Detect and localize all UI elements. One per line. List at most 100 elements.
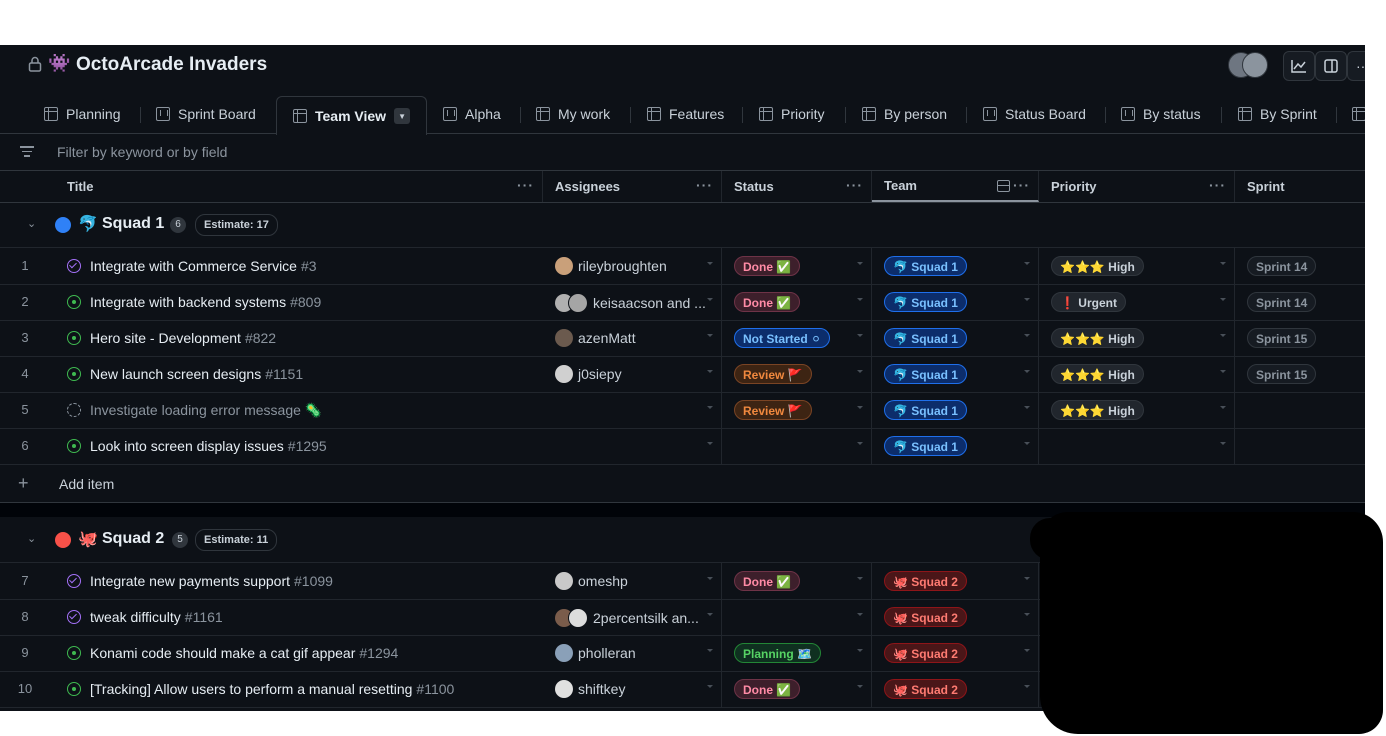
status-cell[interactable]: Done ✅ [722,671,872,707]
tab-status-board[interactable]: Status Board [983,95,1086,133]
item-title-text[interactable]: New launch screen designs [90,366,261,382]
column-menu-icon[interactable]: ··· [846,177,863,193]
status-cell[interactable]: Done ✅ [722,563,872,599]
team-cell[interactable]: 🐙 Squad 2 [872,635,1039,671]
table-row[interactable]: 2 Integrate with backend systems #809 kei… [0,284,1365,321]
tab-options-dropdown[interactable]: ▼ [394,108,411,124]
item-title-text[interactable]: Integrate with backend systems [90,294,286,310]
item-title-text[interactable]: Look into screen display issues [90,438,284,454]
item-title[interactable]: Look into screen display issues #1295 [90,438,327,454]
team-cell[interactable]: 🐬 Squad 1 [872,248,1039,284]
sprint-cell[interactable]: Sprint 14 [1235,284,1365,320]
item-title-text[interactable]: Integrate new payments support [90,573,290,589]
column-header-status[interactable]: Status ··· [722,171,872,202]
column-header-sprint[interactable]: Sprint [1235,171,1365,202]
tab-planning[interactable]: Planning [44,95,121,133]
item-title[interactable]: tweak difficulty #1161 [90,609,223,625]
item-title[interactable]: Hero site - Development #822 [90,330,276,346]
avatar[interactable] [1242,52,1268,78]
status-cell[interactable]: Not Started ⚪ [722,320,872,356]
priority-cell[interactable]: ❗ Urgent [1039,284,1235,320]
chevron-down-icon[interactable]: ⌄ [27,217,36,230]
insights-button[interactable] [1283,51,1315,81]
item-title[interactable]: Investigate loading error message 🦠 [90,402,322,419]
assignee-cell[interactable]: azenMatt [543,320,722,356]
column-header-title[interactable]: Title ··· [55,171,543,202]
tab-features[interactable]: Features [647,95,724,133]
status-cell[interactable]: Done ✅ [722,248,872,284]
tab-priority[interactable]: Priority [759,95,825,133]
chevron-down-icon[interactable]: ⌄ [27,532,36,545]
add-item-row[interactable]: + Add item [0,465,1365,503]
table-row[interactable]: 3 Hero site - Development #822 azenMatt N… [0,320,1365,357]
item-title[interactable]: Integrate with Commerce Service #3 [90,258,317,274]
assignee-cell[interactable]: 2percentsilk an... [543,599,722,635]
priority-cell[interactable]: ⭐⭐⭐ High [1039,392,1235,428]
item-title-text[interactable]: Hero site - Development [90,330,241,346]
priority-cell[interactable]: ⭐⭐⭐ High [1039,356,1235,392]
table-row[interactable]: 1 Integrate with Commerce Service #3 rile… [0,248,1365,285]
assignee-cell[interactable]: shiftkey [543,671,722,707]
item-title[interactable]: Integrate new payments support #1099 [90,573,333,589]
filter-bar[interactable]: Filter by keyword or by field [0,134,1365,171]
sprint-cell[interactable]: Sprint 15 [1235,356,1365,392]
status-cell[interactable]: Done ✅ [722,284,872,320]
project-title[interactable]: OctoArcade Invaders [76,54,267,76]
sprint-cell[interactable]: Sprint 14 [1235,248,1365,284]
assignee-cell[interactable]: pholleran [543,635,722,671]
status-cell[interactable] [722,599,872,635]
column-menu-icon[interactable]: ··· [517,177,534,193]
item-title-text[interactable]: Investigate loading error message 🦠 [90,402,322,418]
tab-by-status[interactable]: By status [1121,95,1201,133]
sprint-cell[interactable] [1235,428,1365,464]
assignee-cell[interactable] [543,392,722,428]
item-title-text[interactable]: Integrate with Commerce Service [90,258,297,274]
table-row[interactable]: 6 Look into screen display issues #1295 🐬… [0,428,1365,465]
tab-team-view[interactable]: Team View ▼ [276,96,428,135]
table-row[interactable]: 4 New launch screen designs #1151 j0siepy… [0,356,1365,393]
tab-sprint-board[interactable]: Sprint Board [156,95,256,133]
team-cell[interactable]: 🐬 Squad 1 [872,284,1039,320]
assignee-cell[interactable]: j0siepy [543,356,722,392]
column-menu-icon[interactable]: ··· [1209,177,1226,193]
sprint-cell[interactable]: Sprint 15 [1235,320,1365,356]
column-menu-icon[interactable]: ··· [1013,177,1030,193]
team-cell[interactable]: 🐬 Squad 1 [872,356,1039,392]
assignee-cell[interactable]: keisaacson and ... [543,284,722,320]
tab-alpha[interactable]: Alpha [443,95,501,133]
filter-input[interactable]: Filter by keyword or by field [57,144,227,160]
status-cell[interactable]: Planning 🗺️ [722,635,872,671]
team-cell[interactable]: 🐙 Squad 2 [872,671,1039,707]
item-title-text[interactable]: [Tracking] Allow users to perform a manu… [90,681,412,697]
column-header-priority[interactable]: Priority ··· [1039,171,1235,202]
add-item-button[interactable]: Add item [59,476,114,492]
team-cell[interactable]: 🐬 Squad 1 [872,392,1039,428]
side-panel-button[interactable] [1315,51,1347,81]
team-cell[interactable]: 🐬 Squad 1 [872,320,1039,356]
tab-by-sprint[interactable]: By Sprint [1238,95,1317,133]
priority-cell[interactable]: ⭐⭐⭐ High [1039,320,1235,356]
team-cell[interactable]: 🐙 Squad 2 [872,563,1039,599]
column-header-assignees[interactable]: Assignees ··· [543,171,722,202]
assignee-cell[interactable]: rileybroughten [543,248,722,284]
assignee-cell[interactable]: omeshp [543,563,722,599]
group-header-squad-1[interactable]: ⌄ 🐬 Squad 1 6 Estimate: 17 [0,203,1365,248]
tab-more[interactable] [1352,95,1365,133]
status-cell[interactable] [722,428,872,464]
tab-by-person[interactable]: By person [862,95,947,133]
team-cell[interactable]: 🐬 Squad 1 [872,428,1039,464]
priority-cell[interactable] [1039,428,1235,464]
assignee-cell[interactable] [543,428,722,464]
item-title-text[interactable]: Konami code should make a cat gif appear [90,645,355,661]
item-title[interactable]: [Tracking] Allow users to perform a manu… [90,681,454,697]
team-cell[interactable]: 🐙 Squad 2 [872,599,1039,635]
table-row[interactable]: 5 Investigate loading error message 🦠 Re… [0,392,1365,429]
more-options-button[interactable]: ··· [1347,51,1365,81]
priority-cell[interactable]: ⭐⭐⭐ High [1039,248,1235,284]
status-cell[interactable]: Review 🚩 [722,356,872,392]
item-title-text[interactable]: tweak difficulty [90,609,181,625]
item-title[interactable]: Konami code should make a cat gif appear… [90,645,398,661]
item-title[interactable]: Integrate with backend systems #809 [90,294,321,310]
status-cell[interactable]: Review 🚩 [722,392,872,428]
column-header-team[interactable]: Team ··· [872,171,1039,202]
